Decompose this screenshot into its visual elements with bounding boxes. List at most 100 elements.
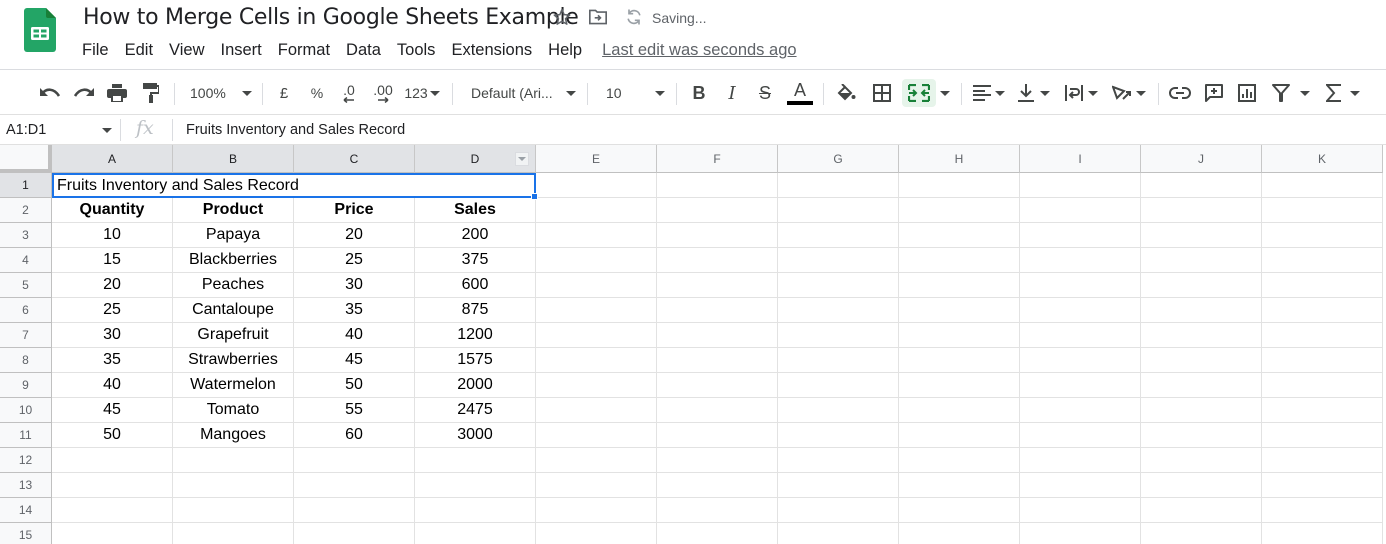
empty-cell[interactable] [778, 223, 899, 248]
row-header-11[interactable]: 11 [0, 423, 52, 448]
column-header-c[interactable]: C [294, 145, 415, 173]
header-cell[interactable]: Quantity [52, 198, 173, 223]
empty-cell[interactable] [1020, 398, 1141, 423]
data-cell[interactable]: 40 [52, 373, 173, 398]
empty-cell[interactable] [1262, 348, 1383, 373]
data-cell[interactable]: 1200 [415, 323, 536, 348]
menu-insert[interactable]: Insert [213, 38, 270, 62]
data-cell[interactable]: 2475 [415, 398, 536, 423]
empty-cell[interactable] [657, 423, 778, 448]
name-box-dropdown-icon[interactable] [102, 128, 112, 133]
column-header-k[interactable]: K [1262, 145, 1383, 173]
empty-cell[interactable] [415, 523, 536, 544]
empty-cell[interactable] [657, 523, 778, 544]
data-cell[interactable]: Papaya [173, 223, 294, 248]
empty-cell[interactable] [899, 448, 1020, 473]
row-header-14[interactable]: 14 [0, 498, 52, 523]
empty-cell[interactable] [536, 298, 657, 323]
data-cell[interactable]: 35 [52, 348, 173, 373]
empty-cell[interactable] [173, 448, 294, 473]
empty-cell[interactable] [778, 398, 899, 423]
empty-cell[interactable] [1141, 498, 1262, 523]
data-cell[interactable]: 50 [294, 373, 415, 398]
empty-cell[interactable] [899, 423, 1020, 448]
empty-cell[interactable] [173, 523, 294, 544]
empty-cell[interactable] [1141, 173, 1262, 198]
text-color-button[interactable]: A [785, 79, 815, 107]
empty-cell[interactable] [1020, 198, 1141, 223]
empty-cell[interactable] [778, 298, 899, 323]
empty-cell[interactable] [536, 273, 657, 298]
data-cell[interactable]: Watermelon [173, 373, 294, 398]
empty-cell[interactable] [899, 473, 1020, 498]
empty-cell[interactable] [899, 173, 1020, 198]
redo-button[interactable] [70, 79, 98, 107]
empty-cell[interactable] [536, 223, 657, 248]
select-all-corner[interactable] [0, 145, 52, 173]
row-header-1[interactable]: 1 [0, 173, 52, 198]
italic-button[interactable]: I [718, 79, 746, 107]
row-header-12[interactable]: 12 [0, 448, 52, 473]
insert-chart-button[interactable] [1233, 79, 1261, 107]
column-header-g[interactable]: G [778, 145, 899, 173]
empty-cell[interactable] [778, 198, 899, 223]
menu-help[interactable]: Help [540, 38, 590, 62]
move-to-folder-icon[interactable] [587, 6, 609, 28]
data-cell[interactable]: 45 [52, 398, 173, 423]
filter-button[interactable] [1268, 79, 1314, 107]
empty-cell[interactable] [536, 523, 657, 544]
data-cell[interactable]: Blackberries [173, 248, 294, 273]
empty-cell[interactable] [899, 273, 1020, 298]
empty-cell[interactable] [52, 473, 173, 498]
empty-cell[interactable] [1262, 223, 1383, 248]
font-family-select[interactable]: Default (Ari... [466, 79, 580, 107]
empty-cell[interactable] [536, 448, 657, 473]
data-cell[interactable]: 30 [294, 273, 415, 298]
empty-cell[interactable] [1141, 248, 1262, 273]
data-cell[interactable]: 10 [52, 223, 173, 248]
row-header-2[interactable]: 2 [0, 198, 52, 223]
formula-input[interactable]: Fruits Inventory and Sales Record [186, 121, 405, 139]
column-header-d[interactable]: D [415, 145, 536, 173]
merge-cells-button[interactable] [902, 79, 936, 107]
empty-cell[interactable] [1262, 398, 1383, 423]
merge-options-dropdown[interactable] [937, 79, 953, 107]
data-cell[interactable]: 20 [294, 223, 415, 248]
empty-cell[interactable] [1141, 373, 1262, 398]
row-header-13[interactable]: 13 [0, 473, 52, 498]
data-cell[interactable]: Mangoes [173, 423, 294, 448]
empty-cell[interactable] [294, 523, 415, 544]
empty-cell[interactable] [1020, 273, 1141, 298]
data-cell[interactable]: 25 [294, 248, 415, 273]
empty-cell[interactable] [1262, 473, 1383, 498]
data-cell[interactable]: Strawberries [173, 348, 294, 373]
column-header-a[interactable]: A [52, 145, 173, 173]
empty-cell[interactable] [294, 473, 415, 498]
format-percent-button[interactable]: % [304, 79, 330, 107]
empty-cell[interactable] [1020, 173, 1141, 198]
empty-cell[interactable] [657, 248, 778, 273]
empty-cell[interactable] [1141, 398, 1262, 423]
data-cell[interactable]: 55 [294, 398, 415, 423]
empty-cell[interactable] [1020, 298, 1141, 323]
empty-cell[interactable] [1020, 323, 1141, 348]
empty-cell[interactable] [657, 373, 778, 398]
functions-button[interactable] [1322, 79, 1364, 107]
empty-cell[interactable] [1262, 498, 1383, 523]
header-cell[interactable]: Price [294, 198, 415, 223]
empty-cell[interactable] [52, 523, 173, 544]
google-sheets-logo[interactable] [24, 8, 56, 52]
column-header-j[interactable]: J [1141, 145, 1262, 173]
data-cell[interactable]: 15 [52, 248, 173, 273]
empty-cell[interactable] [657, 198, 778, 223]
empty-cell[interactable] [173, 498, 294, 523]
empty-cell[interactable] [173, 473, 294, 498]
data-cell[interactable]: 20 [52, 273, 173, 298]
row-header-5[interactable]: 5 [0, 273, 52, 298]
font-size-select[interactable]: 10 [600, 79, 668, 107]
data-cell[interactable]: 35 [294, 298, 415, 323]
empty-cell[interactable] [778, 248, 899, 273]
empty-cell[interactable] [778, 348, 899, 373]
empty-cell[interactable] [657, 448, 778, 473]
strikethrough-button[interactable]: S [751, 79, 779, 107]
